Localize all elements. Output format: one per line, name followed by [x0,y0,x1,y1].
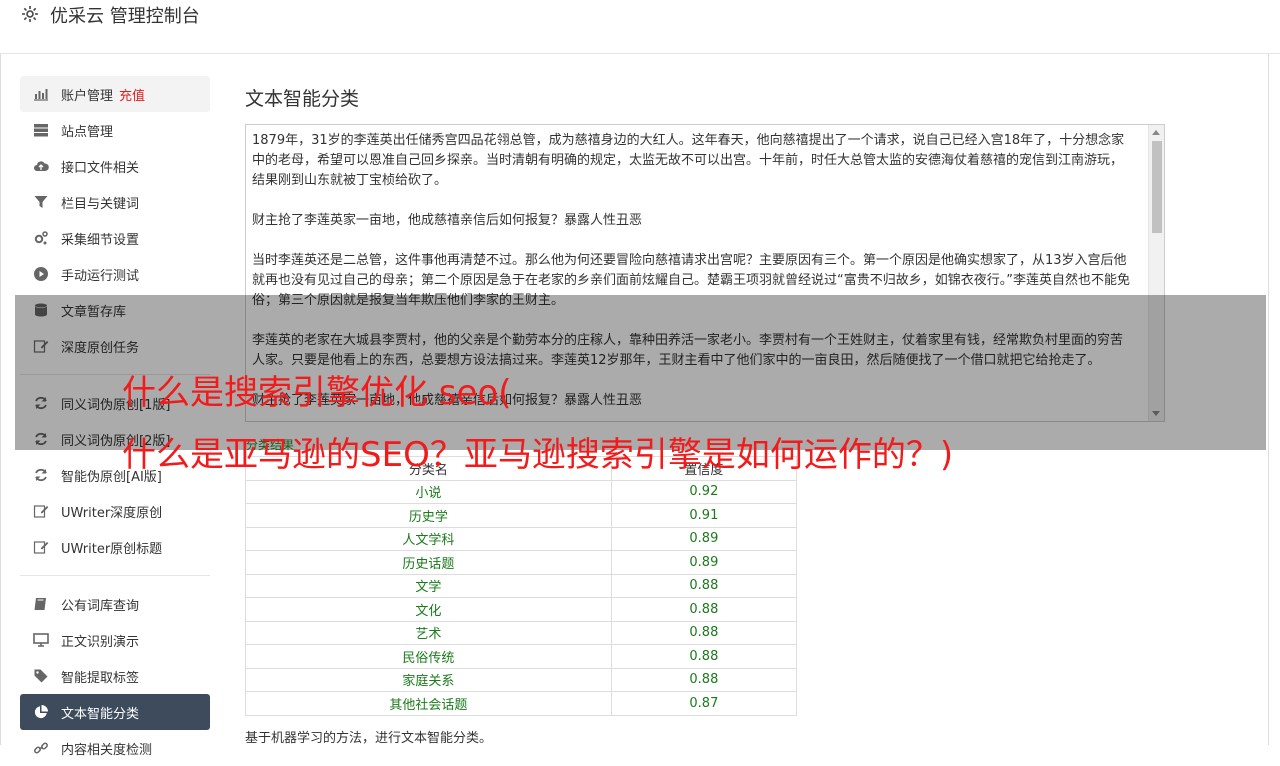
sidebar-item-label: 正文识别演示 [61,634,140,650]
link-icon [32,739,50,757]
sidebar-item-label: 站点管理 [61,124,114,140]
edit-icon [32,538,50,556]
sidebar-item[interactable]: 公有词库查询 [20,586,210,622]
pie-chart-icon [32,703,50,721]
category-cell: 文学 [245,573,612,598]
category-cell: 小说 [245,479,612,504]
table-row: 其他社会话题 0.87 [245,691,798,716]
confidence-cell: 0.88 [610,667,798,692]
right-border [1268,0,1269,745]
table-row: 民俗传统 0.88 [245,644,798,669]
confidence-cell: 0.89 [610,526,798,551]
text-paragraph: 财主抢了李莲英家一亩地，他成慈禧亲信后如何报复？暴露人性丑恶 [252,213,643,228]
sidebar-item-label: UWriter原创标题 [61,541,163,557]
recharge-link[interactable]: 充值 [119,85,145,104]
table-row: 家庭关系 0.88 [245,667,798,692]
table-row: 文化 0.88 [245,597,798,622]
play-circle-icon [32,265,50,283]
overlay-headline: 什么是搜索引擎优化 seo( 什么是亚马逊的SEO？亚马逊搜索引擎是如何运作的？… [122,372,953,476]
refresh-icon [32,466,50,484]
sidebar-item[interactable]: 内容相关度检测 [20,730,210,766]
sidebar-item[interactable]: UWriter深度原创 [20,493,210,529]
results-table: 分类名 置信度 小说 0.92 历史学 0.91 人文学科 0.89 历史话题 0.89 文学 0… [245,456,798,716]
sidebar-item-label: 公有词库查询 [61,598,140,614]
top-bar: 优采云 管理控制台 [0,0,1280,54]
confidence-cell: 0.92 [610,479,798,504]
tag-icon [32,667,50,685]
server-icon [32,121,50,139]
monitor-icon [32,631,50,649]
sidebar-item-label: 栏目与关键词 [61,196,140,212]
table-row: 艺术 0.88 [245,620,798,645]
scroll-thumb[interactable] [1152,141,1162,233]
cloud-upload-icon [32,157,50,175]
sidebar-item[interactable]: 手动运行测试 [20,256,210,292]
text-paragraph: 1879年，31岁的李莲英出任储秀宫四品花翎总管，成为慈禧身边的大红人。这年春天… [252,133,1125,188]
sidebar-item[interactable]: 接口文件相关 [20,148,210,184]
category-cell: 人文学科 [245,526,612,551]
sidebar-item[interactable]: 账户管理 充值 [20,76,210,112]
category-cell: 其他社会话题 [245,691,612,716]
category-cell: 文化 [245,597,612,622]
confidence-cell: 0.88 [610,644,798,669]
overlay-headline-line1: 什么是搜索引擎优化 seo( [122,373,512,413]
confidence-cell: 0.88 [610,597,798,622]
filter-icon [32,193,50,211]
gear-icon[interactable] [20,4,40,24]
confidence-cell: 0.88 [610,573,798,598]
sidebar-item-label: 手动运行测试 [61,268,140,284]
left-border [0,0,1,745]
table-row: 文学 0.88 [245,573,798,598]
page-title: 文本智能分类 [245,88,360,110]
sidebar-item-label: 接口文件相关 [61,160,140,176]
scroll-up-arrow-icon[interactable] [1152,130,1160,135]
footnote: 基于机器学习的方法，进行文本智能分类。 [245,731,493,746]
bar-chart-icon [32,85,50,103]
overlay-headline-line2: 什么是亚马逊的SEO？亚马逊搜索引擎是如何运作的？) [122,435,954,475]
sidebar-item-label: 采集细节设置 [61,232,140,248]
table-row: 小说 0.92 [245,479,798,504]
table-row: 历史学 0.91 [245,503,798,528]
sidebar-item[interactable]: 正文识别演示 [20,622,210,658]
sidebar-item-label: 账户管理 [61,88,114,104]
sidebar-item[interactable]: 文本智能分类 [20,694,210,730]
confidence-cell: 0.89 [610,550,798,575]
category-cell: 家庭关系 [245,667,612,692]
book-icon [32,595,50,613]
table-row: 历史话题 0.89 [245,550,798,575]
sidebar-item[interactable]: 采集细节设置 [20,220,210,256]
cogs-icon [32,229,50,247]
edit-icon [32,502,50,520]
category-cell: 艺术 [245,620,612,645]
table-row: 人文学科 0.89 [245,526,798,551]
sidebar-divider [20,575,210,576]
sidebar-item-label: 智能提取标签 [61,670,140,686]
category-cell: 历史话题 [245,550,612,575]
confidence-cell: 0.87 [610,691,798,716]
category-cell: 历史学 [245,503,612,528]
sidebar-item-label: 内容相关度检测 [61,742,153,758]
sidebar-item-label: 文本智能分类 [61,706,140,722]
sidebar-item-label: UWriter深度原创 [61,505,163,521]
app-title: 优采云 管理控制台 [50,6,200,27]
confidence-cell: 0.88 [610,620,798,645]
sidebar-item[interactable]: 栏目与关键词 [20,184,210,220]
sidebar-item[interactable]: 站点管理 [20,112,210,148]
confidence-cell: 0.91 [610,503,798,528]
sidebar-item[interactable]: UWriter原创标题 [20,529,210,565]
sidebar-item[interactable]: 智能提取标签 [20,658,210,694]
category-cell: 民俗传统 [245,644,612,669]
